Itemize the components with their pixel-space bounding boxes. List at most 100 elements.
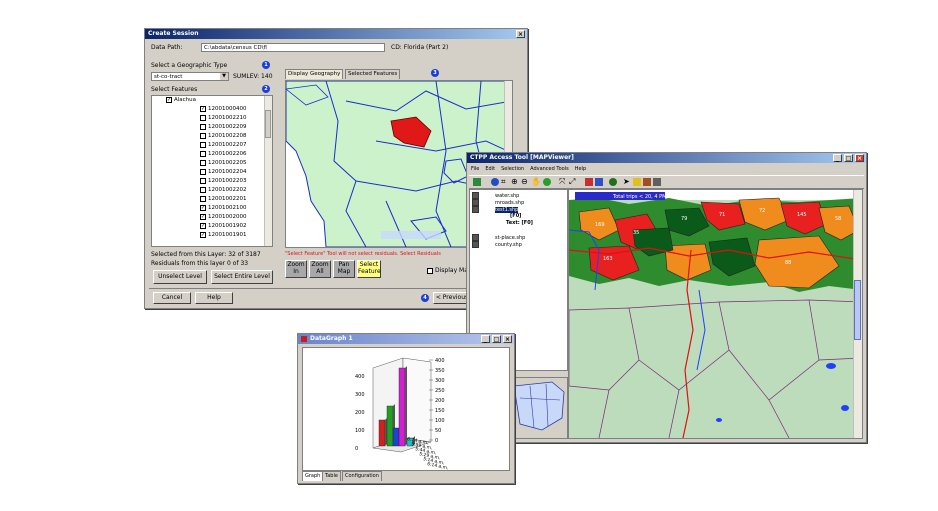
brush-icon[interactable] xyxy=(653,178,661,186)
tree-item[interactable]: ✓ 12001001901 xyxy=(200,231,247,240)
expand-icon[interactable]: ⤢ xyxy=(569,177,575,187)
overview-map[interactable] xyxy=(511,377,568,439)
pan-icon[interactable]: ✋ xyxy=(531,177,541,186)
zoom-in-button[interactable]: Zoom In xyxy=(285,260,307,278)
menu-item[interactable]: Advanced Tools xyxy=(530,166,569,172)
cd-label: CD: Florida (Part 2) xyxy=(391,44,449,51)
tree-item[interactable]: 12001002208 xyxy=(200,132,247,141)
checkbox-icon[interactable]: ✓ xyxy=(166,96,172,103)
maximize-icon[interactable]: □ xyxy=(492,335,501,343)
checkbox-icon[interactable]: ✓ xyxy=(200,222,206,229)
tree-item[interactable]: 12001002210 xyxy=(200,114,247,123)
tree-item[interactable]: 12001002207 xyxy=(200,141,247,150)
select-entire-level-button[interactable]: Select Entire Level xyxy=(211,270,273,284)
globe-icon[interactable] xyxy=(491,178,499,186)
query-icon[interactable] xyxy=(595,178,603,186)
tree-item[interactable]: ✓ 12001002100 xyxy=(200,204,247,213)
zoom-in-icon[interactable]: ⊕ xyxy=(511,177,518,186)
menu-item[interactable]: Edit xyxy=(485,166,495,172)
checkbox-icon[interactable]: ✓ xyxy=(200,231,206,238)
checkbox-icon[interactable] xyxy=(200,195,206,202)
layer-checkbox-icon[interactable] xyxy=(472,241,479,248)
layer-name: county.shp xyxy=(495,242,522,248)
menu-item[interactable]: Help xyxy=(575,166,586,172)
checkbox-icon[interactable] xyxy=(200,177,206,184)
minimize-icon[interactable]: _ xyxy=(481,335,490,343)
checkbox-icon[interactable] xyxy=(200,114,206,121)
tree-item[interactable]: 12001002204 xyxy=(200,168,247,177)
step-badge-2: 2 xyxy=(262,85,270,93)
tree-root[interactable]: ✓ Alachua xyxy=(166,96,196,105)
info-icon[interactable] xyxy=(609,178,617,186)
checkbox-icon[interactable] xyxy=(200,141,206,148)
tool-icon[interactable] xyxy=(643,178,651,186)
layer-checkbox-icon[interactable] xyxy=(472,192,479,199)
tree-item[interactable]: ✓ 12001000400 xyxy=(200,105,247,114)
checkbox-icon[interactable]: ✓ xyxy=(200,213,206,220)
chart-bar xyxy=(378,419,386,447)
tree-item[interactable]: 12001002202 xyxy=(200,186,247,195)
pan-map-button[interactable]: Pan Map xyxy=(333,260,355,278)
main-map[interactable]: Total trips < 20, 4 PM/rv 169 35 79 71 72 145… xyxy=(568,189,863,439)
map-vscrollbar[interactable] xyxy=(853,190,862,438)
geo-type-select[interactable]: st-co-tract ▼ xyxy=(151,72,229,81)
identify-icon[interactable] xyxy=(585,178,593,186)
close-icon[interactable]: × xyxy=(503,335,512,343)
close-icon[interactable]: × xyxy=(516,30,525,38)
select-feature-button[interactable]: Select Feature xyxy=(357,260,381,278)
checkbox-icon[interactable]: ✓ xyxy=(200,204,206,211)
graph-tab[interactable]: Graph xyxy=(302,471,324,481)
layer-checkbox-icon[interactable] xyxy=(472,199,479,206)
close-icon[interactable]: × xyxy=(855,154,864,162)
tree-item[interactable]: ✓ 12001001902 xyxy=(200,222,247,231)
map-vscroll-thumb[interactable] xyxy=(854,280,861,340)
cancel-button[interactable]: Cancel xyxy=(153,292,191,304)
checkbox-icon[interactable]: ✓ xyxy=(200,105,206,112)
chevron-down-icon: ▼ xyxy=(220,73,228,80)
layer-checkbox-icon[interactable] xyxy=(472,234,479,241)
checkbox-icon[interactable] xyxy=(200,168,206,175)
full-extent-icon[interactable]: ⤧ xyxy=(559,177,565,187)
tree-scrollbar[interactable] xyxy=(264,96,272,246)
tree-item[interactable]: 12001002205 xyxy=(200,159,247,168)
step-badge-4: 4 xyxy=(421,294,429,302)
tab-selected-features[interactable]: Selected Features xyxy=(345,69,401,79)
tree-item[interactable]: 12001002201 xyxy=(200,195,247,204)
geo-type-value: st-co-tract xyxy=(154,74,183,80)
scroll-thumb[interactable] xyxy=(265,110,271,138)
checkbox-icon[interactable] xyxy=(427,267,433,274)
zoom-all-button[interactable]: Zoom All xyxy=(309,260,331,278)
feature-tree[interactable]: ✓ Alachua ✓ 12001000400 12001002210 12001002… xyxy=(151,95,273,247)
pointer-icon[interactable]: ➤ xyxy=(623,177,630,186)
graph-svg: 40030020010004003503002502001501005006:1… xyxy=(355,357,449,470)
tree-item[interactable]: 12001002209 xyxy=(200,123,247,132)
unselect-level-button[interactable]: Unselect Level xyxy=(153,270,207,284)
session-title: Create Session xyxy=(148,30,199,37)
menu-item[interactable]: File xyxy=(471,166,479,172)
data-path-field[interactable]: C:\abdata\census CD\fl xyxy=(201,43,385,52)
layer-checkbox-icon[interactable] xyxy=(472,206,479,213)
layer-item[interactable]: county.shp xyxy=(472,241,522,249)
display-map-checkbox[interactable]: Display Ma xyxy=(427,267,468,274)
checkbox-icon[interactable] xyxy=(200,150,206,157)
tree-item[interactable]: 12001002203 xyxy=(200,177,247,186)
menu-item[interactable]: Selection xyxy=(501,166,524,172)
layers-icon[interactable] xyxy=(473,178,481,186)
tree-item[interactable]: ✓ 12001002000 xyxy=(200,213,247,222)
checkbox-icon[interactable] xyxy=(200,186,206,193)
zoom-out-icon[interactable]: ⊖ xyxy=(521,177,528,186)
checkbox-icon[interactable] xyxy=(200,123,206,130)
maximize-icon[interactable]: □ xyxy=(844,154,853,162)
graph-area: 400 300 200 100 0 400 350 300 250 200 150 100 50 0 6:1… xyxy=(302,347,510,471)
help-button[interactable]: Help xyxy=(195,292,233,304)
tab-display-geography[interactable]: Display Geography xyxy=(285,69,344,79)
minimize-icon[interactable]: _ xyxy=(833,154,842,162)
graph-tab[interactable]: Configuration xyxy=(342,471,382,481)
checkbox-icon[interactable] xyxy=(200,159,206,166)
zoom-extent-icon[interactable]: ⌗ xyxy=(501,177,506,187)
refresh-icon[interactable] xyxy=(543,178,551,186)
select-icon[interactable] xyxy=(633,178,641,186)
tree-item[interactable]: 12001002206 xyxy=(200,150,247,159)
checkbox-icon[interactable] xyxy=(200,132,206,139)
graph-tab[interactable]: Table xyxy=(322,471,341,481)
